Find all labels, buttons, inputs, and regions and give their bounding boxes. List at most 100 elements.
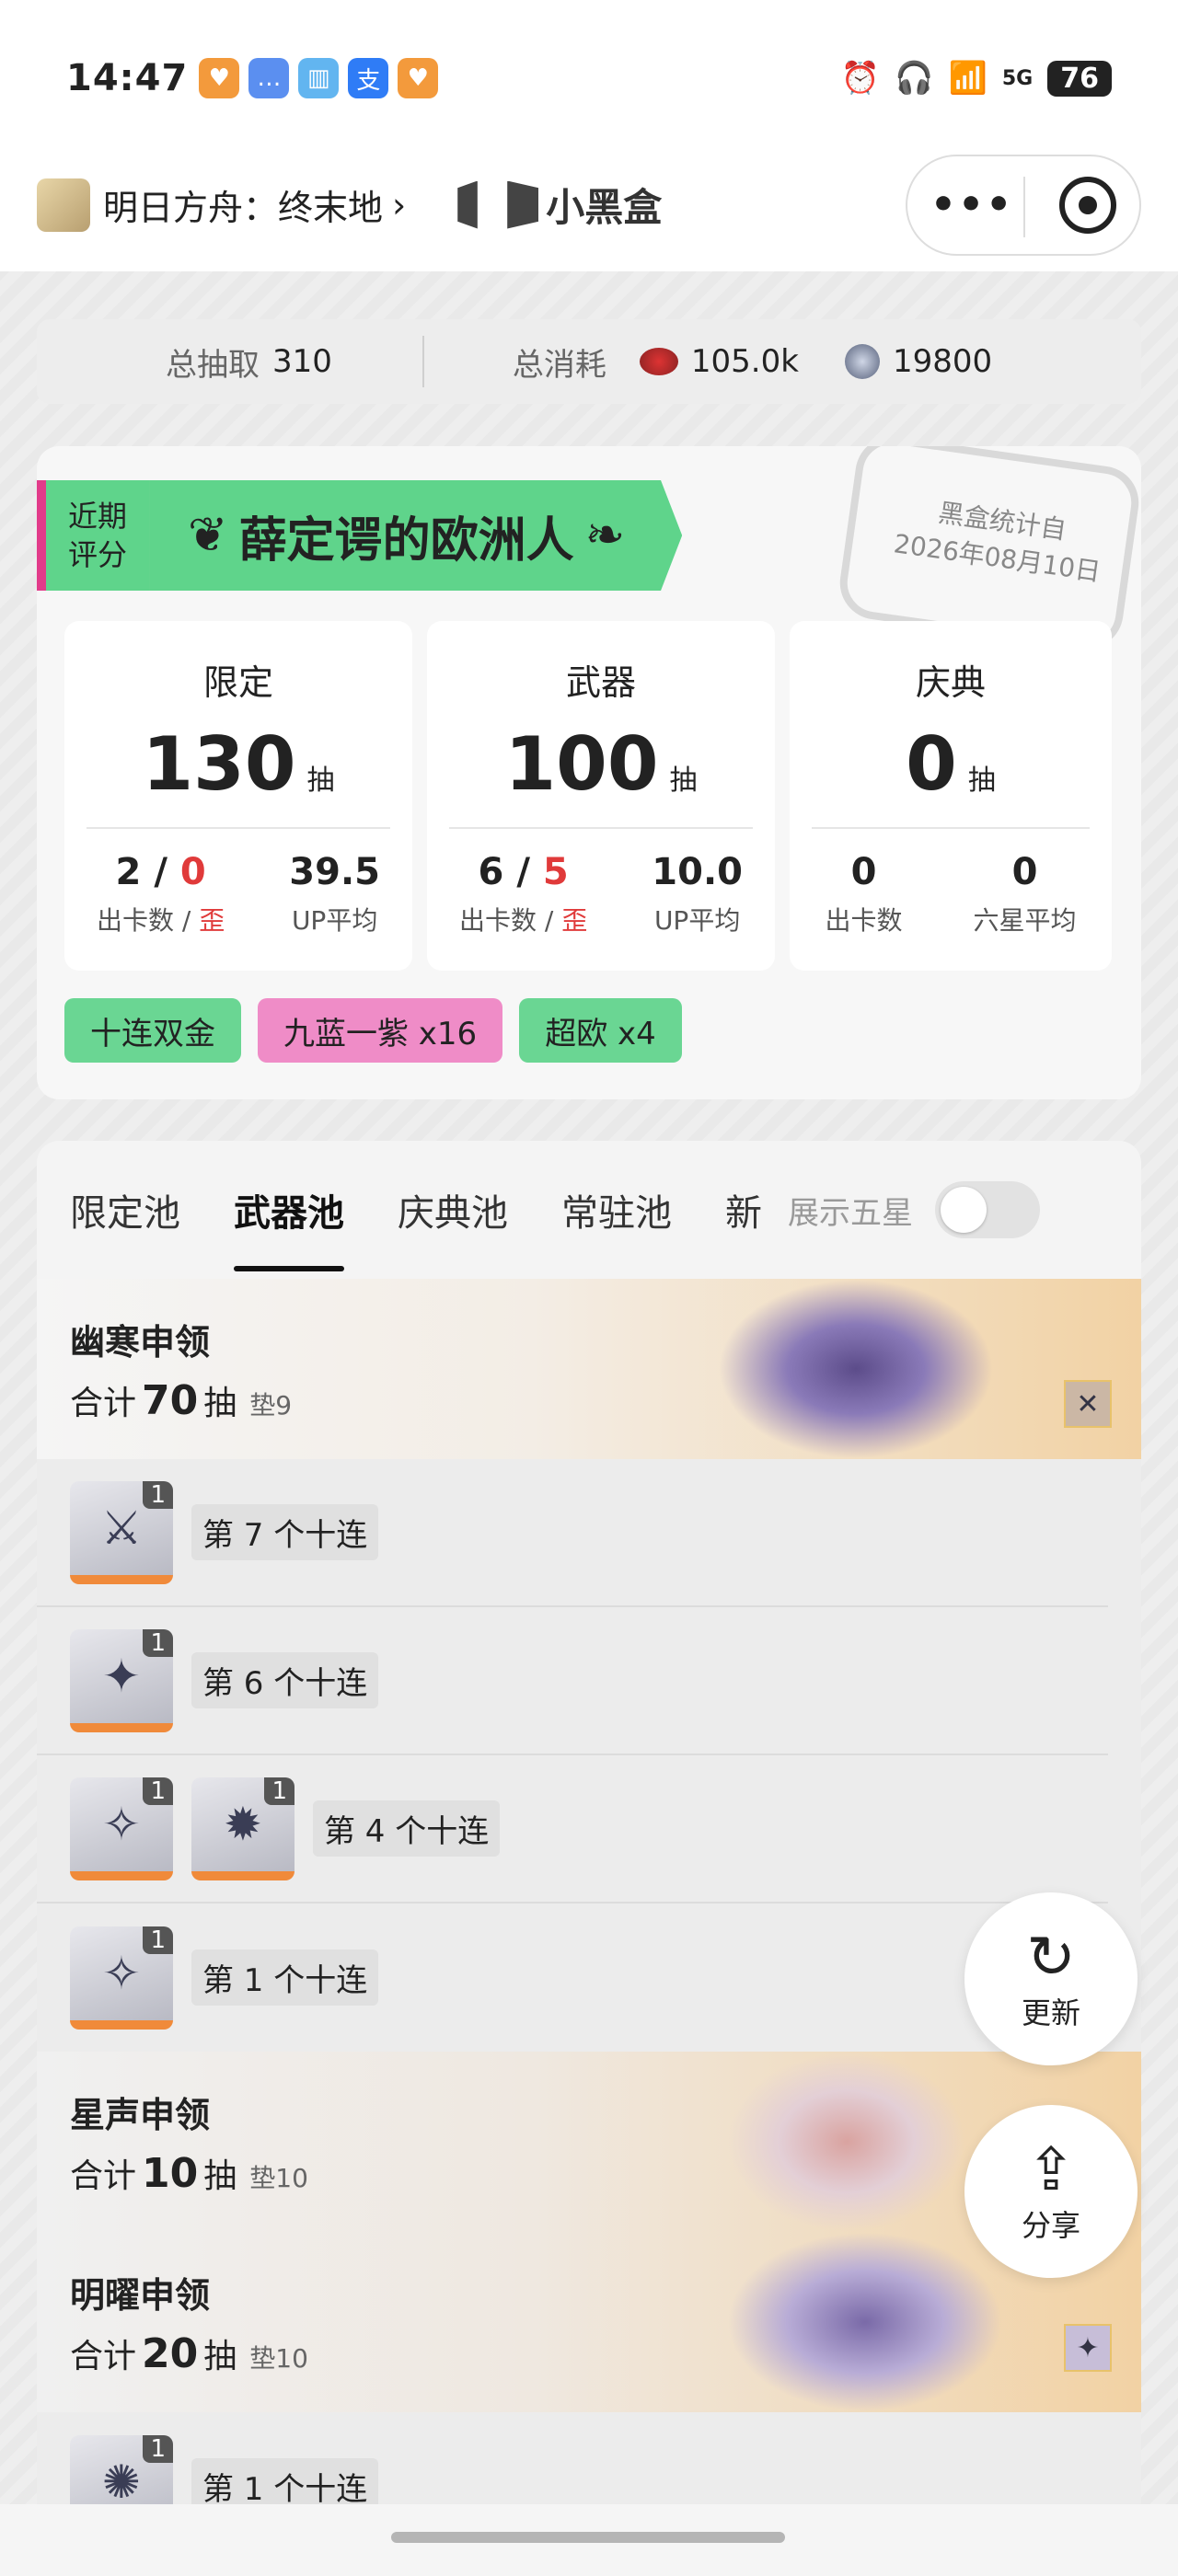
- tag-super-lucky: 超欧 x4: [519, 998, 682, 1063]
- pull-label: 第 7 个十连: [191, 1504, 379, 1560]
- pull-count: 130: [142, 721, 296, 807]
- stat-label: 出卡数 /: [97, 905, 200, 936]
- tab-standard-pool[interactable]: 常驻池: [561, 1141, 672, 1279]
- banner-total: 合计 20 抽 垫10: [70, 2329, 308, 2377]
- share-button[interactable]: ⇪ 分享: [964, 2105, 1138, 2278]
- tab-new-pool[interactable]: 新: [725, 1141, 762, 1279]
- coin-cost: 19800: [844, 343, 992, 380]
- weapon-claw-icon[interactable]: ✦ 1: [70, 1628, 173, 1732]
- six-star-average-stat: 0 六星平均: [973, 851, 1076, 937]
- pull-unit: 抽: [669, 765, 698, 797]
- off-banner-count: 0: [179, 851, 206, 893]
- divider: [812, 827, 1090, 829]
- capsule-menu: •••: [906, 154, 1141, 256]
- pull-row[interactable]: ✦ 1 第 6 个十连: [37, 1607, 1108, 1755]
- more-icon[interactable]: •••: [930, 181, 1013, 228]
- chevron-right-icon[interactable]: ›: [392, 185, 406, 225]
- pool-card-weapon[interactable]: 武器 100 抽 6 / 5 出卡数 / 歪 10.0 UP平均: [427, 621, 775, 971]
- close-target-icon[interactable]: [1059, 176, 1117, 234]
- refresh-icon: ↻: [1026, 1924, 1076, 1992]
- pool-card-celebration[interactable]: 庆典 0 抽 0 出卡数 0 六星平均: [790, 621, 1112, 971]
- pool-card-limited[interactable]: 限定 130 抽 2 / 0 出卡数 / 歪 39.5 UP平均: [64, 621, 412, 971]
- tab-weapon-pool[interactable]: 武器池: [234, 1141, 344, 1279]
- share-label: 分享: [1021, 2208, 1080, 2243]
- status-icons: ⏰ 🎧 📶 5G 76: [841, 60, 1112, 97]
- weapon-thumbnail-icon: ✦: [1064, 2324, 1112, 2372]
- banner-title: 明曜申领: [70, 2275, 211, 2316]
- item-count: 1: [264, 1777, 294, 1805]
- laurel-left-icon: ❦: [188, 508, 228, 563]
- banner-total: 合计 70 抽 垫9: [70, 1376, 292, 1424]
- tag-nine-blue-one-purple: 九蓝一紫 x16: [258, 998, 503, 1063]
- cards-obtained-stat: 0 出卡数: [825, 851, 902, 937]
- pull-row[interactable]: ✺ 1 第 1 个十连: [37, 2412, 1108, 2507]
- weapon-sword-icon[interactable]: ⚔ 1: [70, 1480, 173, 1584]
- coin-icon: [844, 344, 880, 379]
- weapon-thumbnail-icon: ✕: [1064, 1380, 1112, 1428]
- total-pulls-value: 20: [142, 2330, 199, 2377]
- weapon-gun-icon[interactable]: ✧ 1: [70, 1926, 173, 2030]
- pool-stat-cards: 限定 130 抽 2 / 0 出卡数 / 歪 39.5 UP平均 武器 100 …: [64, 621, 1112, 971]
- app-name[interactable]: 明日方舟：终末地: [103, 179, 383, 230]
- brand: 小黑盒: [457, 177, 662, 233]
- total-pulls-value: 310: [272, 343, 332, 380]
- item-count: 1: [143, 1777, 173, 1805]
- weapon-gun-icon[interactable]: ✹ 1: [191, 1777, 294, 1880]
- pool-card-title: 武器: [565, 662, 636, 703]
- achievement-tags: 十连双金 九蓝一紫 x16 超欧 x4: [64, 998, 682, 1063]
- banner-header[interactable]: 幽寒申领 合计 70 抽 垫9 ✕: [37, 1279, 1141, 1459]
- item-count: 1: [143, 1926, 173, 1954]
- pull-unit: 抽: [203, 2157, 237, 2195]
- headphones-icon: 🎧: [895, 60, 934, 97]
- total-label: 合计: [70, 1385, 137, 1422]
- total-pulls-value: 10: [142, 2150, 199, 2197]
- pull-list: ✺ 1 第 1 个十连: [37, 2412, 1141, 2507]
- pull-row[interactable]: ⚔ 1 第 7 个十连: [37, 1459, 1108, 1607]
- up-average-stat: 10.0 UP平均: [652, 851, 743, 937]
- total-pulls: 总抽取 310: [166, 339, 332, 385]
- total-cost-label: 总消耗: [512, 346, 606, 384]
- pull-label: 第 1 个十连: [191, 2458, 379, 2507]
- pull-row[interactable]: ✧ 1 第 1 个十连: [37, 1903, 1108, 2052]
- stat-separator: /: [141, 851, 180, 893]
- show-five-star-toggle[interactable]: [935, 1181, 1040, 1238]
- app-avatar[interactable]: [37, 178, 90, 232]
- pull-label: 第 4 个十连: [313, 1800, 501, 1857]
- home-indicator[interactable]: [391, 2532, 785, 2543]
- six-star-average-value: 0: [1011, 851, 1038, 893]
- laurel-right-icon: ❧: [584, 508, 626, 563]
- rating-banner: 近期 评分 ❦ 薛定谔的欧洲人 ❧: [37, 480, 683, 591]
- pull-label: 第 6 个十连: [191, 1652, 379, 1708]
- cards-obtained-stat: 6 / 5 出卡数 / 歪: [459, 851, 587, 937]
- pool-tabs: 限定池 武器池 庆典池 常驻池 新 展示五星: [37, 1141, 1141, 1279]
- show-five-star-label: 展示五星: [788, 1194, 913, 1232]
- wifi-icon: 📶: [948, 60, 987, 97]
- tab-limited-pool[interactable]: 限定池: [70, 1141, 180, 1279]
- banner-header[interactable]: 明曜申领 合计 20 抽 垫10 ✦: [37, 2232, 1141, 2412]
- refresh-label: 更新: [1021, 1995, 1080, 2030]
- status-time: 14:47: [66, 57, 189, 99]
- mini-program-nav-bar: 明日方舟：终末地 › 小黑盒 •••: [0, 138, 1178, 271]
- off-banner-count: 5: [542, 851, 569, 893]
- banner-title: 星声申领: [70, 2095, 211, 2135]
- total-cost: 总消耗: [513, 339, 606, 385]
- pull-row[interactable]: ✧ 1 ✹ 1 第 4 个十连: [37, 1755, 1108, 1903]
- pool-card-count: 100 抽: [427, 721, 775, 807]
- six-star-average-label: 六星平均: [973, 905, 1077, 936]
- pool-card-stats: 0 出卡数 0 六星平均: [790, 851, 1112, 937]
- up-average-label: UP平均: [291, 905, 378, 936]
- off-banner-label: 歪: [561, 905, 588, 936]
- pool-card-stats: 6 / 5 出卡数 / 歪 10.0 UP平均: [427, 851, 775, 937]
- pool-card-title: 庆典: [915, 662, 986, 703]
- weapon-gun-icon[interactable]: ✧ 1: [70, 1777, 173, 1880]
- stat-label: 出卡数: [825, 905, 903, 936]
- tab-celebration-pool[interactable]: 庆典池: [398, 1141, 508, 1279]
- rating-tag-line1: 近期: [68, 499, 128, 534]
- stat-label: 出卡数 /: [459, 905, 562, 936]
- pull-count: 100: [504, 721, 659, 807]
- total-label: 合计: [70, 2338, 137, 2375]
- weapon-blade-icon[interactable]: ✺ 1: [70, 2434, 173, 2507]
- refresh-button[interactable]: ↻ 更新: [964, 1892, 1138, 2065]
- pull-unit: 抽: [203, 1385, 237, 1422]
- pity-count: 垫10: [249, 2343, 308, 2374]
